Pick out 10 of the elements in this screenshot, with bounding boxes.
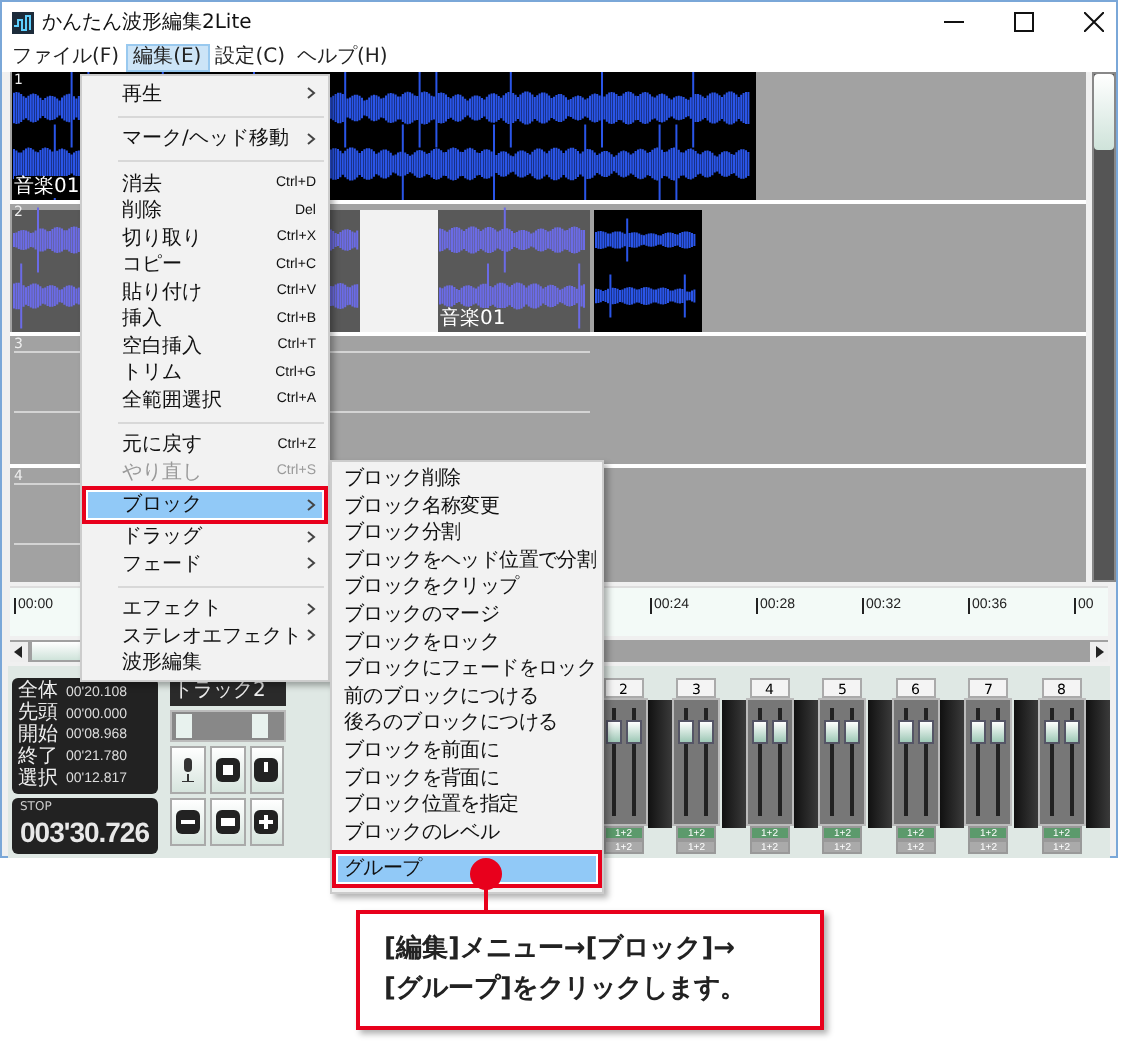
info-label: 終了 xyxy=(18,747,58,768)
info-label: 全体 xyxy=(18,682,58,703)
time-counter: 003'30.726 xyxy=(20,814,150,850)
callout-text: [編集]メニュー→[ブロック]→ [グループ]をクリックします。 xyxy=(356,910,824,1030)
info-label: 開始 xyxy=(18,725,58,746)
info-label: 選択 xyxy=(18,769,58,790)
window-title: かんたん波形編集2Lite xyxy=(42,9,252,36)
info-label: 先頭 xyxy=(18,704,58,725)
block-label: 音楽01 xyxy=(14,176,80,198)
block-label: 音楽01 xyxy=(440,308,506,330)
